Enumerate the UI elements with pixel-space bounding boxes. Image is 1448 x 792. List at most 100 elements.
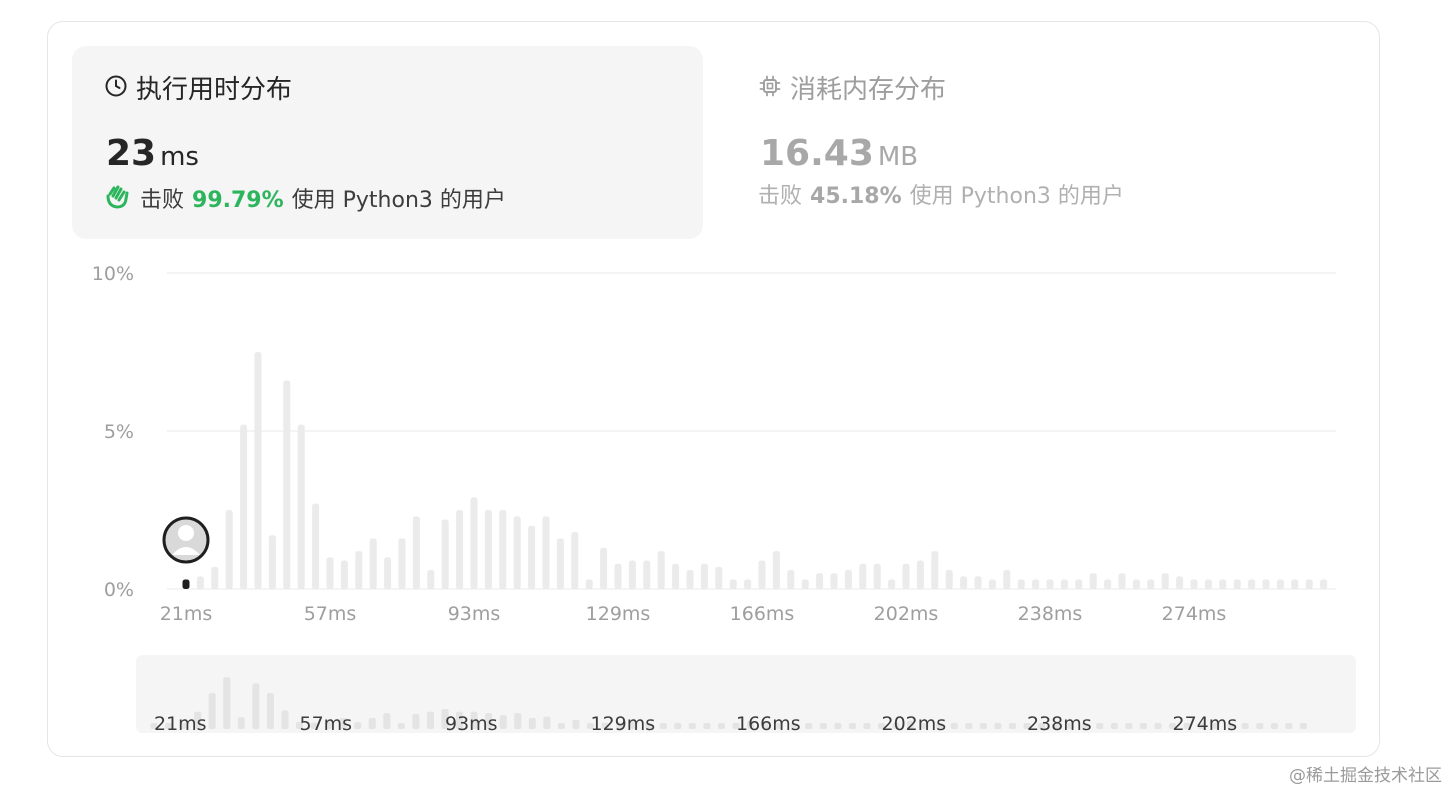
bar[interactable] xyxy=(1219,579,1227,589)
bar[interactable] xyxy=(744,579,752,589)
bar[interactable] xyxy=(1233,579,1241,589)
overview-bar xyxy=(1299,723,1307,729)
overview-bar xyxy=(223,677,231,729)
bar[interactable] xyxy=(585,579,593,589)
bar[interactable] xyxy=(312,503,320,589)
bar[interactable] xyxy=(859,563,867,589)
bar[interactable] xyxy=(988,579,996,589)
bar[interactable] xyxy=(1204,579,1212,589)
bar[interactable] xyxy=(470,497,478,589)
bar[interactable] xyxy=(945,570,953,589)
overview-bar xyxy=(965,723,973,729)
runtime-histogram-chart: 10% 5% 0% 21ms 57ms 93ms 129ms 166ms 202ms 238ms 2… xyxy=(92,263,1356,735)
bar[interactable] xyxy=(628,560,636,589)
bar[interactable] xyxy=(1089,573,1097,589)
x-tick-label: 129ms xyxy=(586,603,651,625)
x-tick-label: 274ms xyxy=(1162,603,1227,625)
bar[interactable] xyxy=(1262,579,1270,589)
bar[interactable] xyxy=(801,579,809,589)
bar[interactable] xyxy=(873,563,881,589)
overview-bar xyxy=(1285,723,1293,729)
bar[interactable] xyxy=(672,563,680,589)
bar[interactable] xyxy=(196,576,204,589)
bar[interactable] xyxy=(1305,579,1313,589)
x-tick-label: 21ms xyxy=(160,603,213,625)
bar[interactable] xyxy=(931,551,939,589)
overview-bar xyxy=(499,715,507,729)
bar[interactable] xyxy=(556,538,564,589)
bar[interactable] xyxy=(1147,579,1155,589)
overview-bar xyxy=(979,723,987,729)
bar[interactable] xyxy=(225,510,233,589)
bar[interactable] xyxy=(571,532,579,589)
bar[interactable] xyxy=(528,525,536,589)
bar[interactable] xyxy=(268,535,276,589)
bar[interactable] xyxy=(211,566,219,589)
bar[interactable] xyxy=(916,560,924,589)
bar[interactable] xyxy=(384,557,392,589)
bar[interactable] xyxy=(1118,573,1126,589)
bar[interactable] xyxy=(844,570,852,589)
bar[interactable] xyxy=(355,551,363,589)
bar[interactable] xyxy=(974,576,982,589)
bar[interactable] xyxy=(657,551,665,589)
bar[interactable] xyxy=(758,560,766,589)
bar[interactable] xyxy=(1248,579,1256,589)
bar[interactable] xyxy=(456,510,464,589)
bar[interactable] xyxy=(643,560,651,589)
bar[interactable] xyxy=(254,352,262,589)
bar[interactable] xyxy=(1003,570,1011,589)
bar[interactable] xyxy=(240,424,248,589)
bar[interactable] xyxy=(499,510,507,589)
bar[interactable] xyxy=(513,516,521,589)
bar[interactable] xyxy=(1132,579,1140,589)
bar[interactable] xyxy=(1176,576,1184,589)
bar[interactable] xyxy=(1276,579,1284,589)
bar[interactable] xyxy=(1017,579,1025,589)
x-tick-label: 238ms xyxy=(1018,603,1083,625)
bar[interactable] xyxy=(441,519,449,589)
overview-bar xyxy=(557,723,565,729)
bar[interactable] xyxy=(1320,579,1328,589)
bar[interactable] xyxy=(902,563,910,589)
bar[interactable] xyxy=(369,538,377,589)
bar[interactable] xyxy=(772,551,780,589)
overview-bar xyxy=(383,713,391,729)
bar[interactable] xyxy=(398,538,406,589)
bar[interactable] xyxy=(412,516,420,589)
bar[interactable] xyxy=(787,570,795,589)
avatar-head xyxy=(178,525,194,541)
bar[interactable] xyxy=(340,560,348,589)
bar[interactable] xyxy=(614,563,622,589)
overview-bar xyxy=(819,723,827,729)
bar[interactable] xyxy=(700,563,708,589)
bar[interactable] xyxy=(686,570,694,589)
bar[interactable] xyxy=(816,573,824,589)
overview-tick-label: 238ms xyxy=(1027,713,1092,735)
bar[interactable] xyxy=(484,510,492,589)
bar[interactable] xyxy=(1046,579,1054,589)
bar[interactable] xyxy=(888,579,896,589)
bar[interactable] xyxy=(297,424,305,589)
bar[interactable] xyxy=(326,557,334,589)
bar[interactable] xyxy=(1060,579,1068,589)
bar[interactable] xyxy=(1075,579,1083,589)
bar[interactable] xyxy=(715,566,723,589)
bar[interactable] xyxy=(1190,579,1198,589)
bar[interactable] xyxy=(542,516,550,589)
bar[interactable] xyxy=(1291,579,1299,589)
bar[interactable] xyxy=(283,380,291,589)
bar[interactable] xyxy=(1161,573,1169,589)
bar[interactable] xyxy=(729,579,737,589)
bar[interactable] xyxy=(830,573,838,589)
bar[interactable] xyxy=(960,576,968,589)
bar[interactable] xyxy=(600,547,608,589)
overview-bar xyxy=(863,723,871,729)
bar[interactable] xyxy=(1104,579,1112,589)
highlight-bar[interactable] xyxy=(182,579,190,589)
overview-bar xyxy=(674,723,682,729)
overview-bar xyxy=(1154,723,1162,729)
bar[interactable] xyxy=(427,570,435,589)
bar[interactable] xyxy=(1032,579,1040,589)
overview-bar xyxy=(208,693,216,729)
